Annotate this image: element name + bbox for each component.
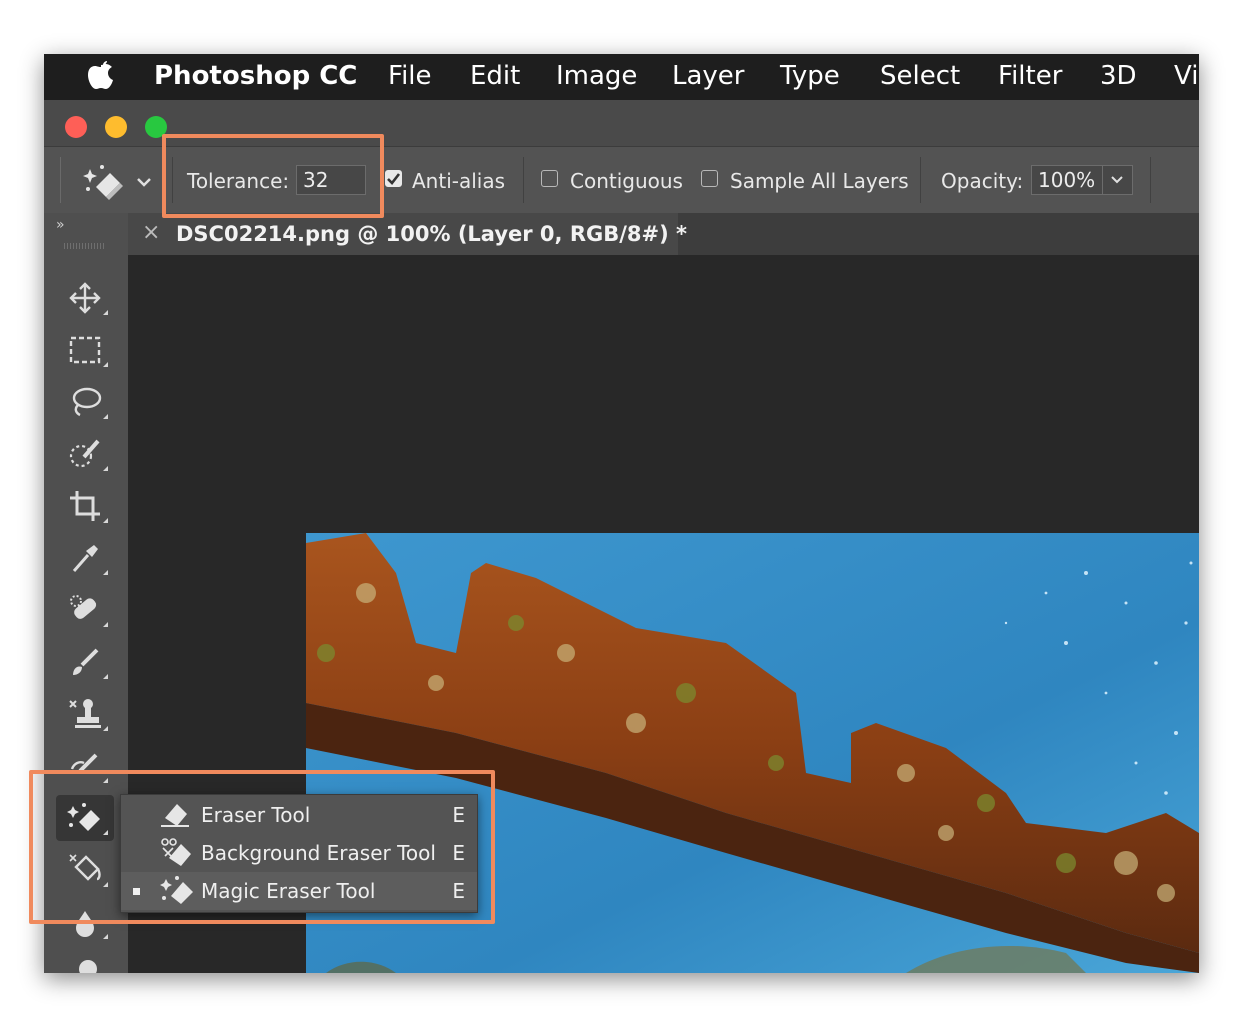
- bandage-icon: [70, 595, 97, 619]
- spot-healing-brush-tool[interactable]: [56, 587, 114, 633]
- close-window-button[interactable]: [65, 116, 87, 138]
- document-title: DSC02214.png @ 100% (Layer 0, RGB/8#) *: [176, 222, 688, 246]
- marquee-icon: [69, 336, 101, 364]
- dodge-tool[interactable]: [56, 949, 114, 973]
- options-divider: [1150, 157, 1151, 203]
- magic-eraser-icon: [83, 165, 151, 200]
- menu-select[interactable]: Select: [880, 61, 960, 91]
- minimize-window-button[interactable]: [105, 116, 127, 138]
- options-divider: [523, 157, 524, 203]
- tool-preset-picker[interactable]: [82, 161, 162, 206]
- document-tab[interactable]: × DSC02214.png @ 100% (Layer 0, RGB/8#) …: [128, 213, 687, 255]
- options-grip: [60, 157, 61, 203]
- document-tab-bar: × DSC02214.png @ 100% (Layer 0, RGB/8#) …: [128, 213, 1199, 255]
- eyedropper-icon: [72, 545, 98, 572]
- opacity-dropdown-button[interactable]: [1102, 165, 1133, 195]
- tolerance-highlight: [162, 134, 384, 218]
- menu-layer[interactable]: Layer: [672, 61, 745, 91]
- menu-type[interactable]: Type: [780, 61, 840, 91]
- rectangular-marquee-tool[interactable]: [56, 327, 114, 373]
- menu-filter[interactable]: Filter: [998, 61, 1062, 91]
- crop-icon: [70, 491, 100, 521]
- clone-stamp-tool[interactable]: [56, 691, 114, 737]
- panel-grip[interactable]: [64, 243, 104, 249]
- options-divider: [920, 157, 921, 203]
- lasso-tool[interactable]: [56, 379, 114, 425]
- menu-edit[interactable]: Edit: [470, 61, 520, 91]
- quick-selection-icon: [69, 439, 100, 468]
- stamp-icon: [69, 699, 101, 728]
- menu-3d[interactable]: 3D: [1100, 61, 1137, 91]
- panel-collapse-icon[interactable]: »: [56, 217, 65, 233]
- opacity-input[interactable]: 100%: [1031, 165, 1103, 195]
- anti-alias-label: Anti-alias: [412, 169, 506, 193]
- sample-all-layers-checkbox[interactable]: [701, 170, 718, 187]
- move-tool[interactable]: [56, 275, 114, 321]
- close-tab-icon[interactable]: ×: [142, 220, 160, 245]
- chevron-down-icon: [1111, 176, 1123, 184]
- opacity-label: Opacity:: [941, 169, 1024, 193]
- dodge-icon: [79, 960, 97, 973]
- sample-all-layers-label: Sample All Layers: [730, 169, 909, 193]
- crop-tool[interactable]: [56, 483, 114, 529]
- brush-tool[interactable]: [56, 639, 114, 685]
- checkmark-icon: [387, 173, 401, 185]
- menu-bar: Photoshop CC File Edit Image Layer Type …: [44, 54, 1199, 100]
- anti-alias-checkbox[interactable]: [385, 170, 402, 187]
- menu-app-name[interactable]: Photoshop CC: [154, 61, 357, 91]
- menu-view[interactable]: Vi: [1174, 61, 1198, 91]
- lasso-icon: [72, 387, 102, 417]
- flyout-highlight: [29, 770, 495, 924]
- brush-icon: [73, 648, 99, 675]
- menu-image[interactable]: Image: [556, 61, 637, 91]
- quick-selection-tool[interactable]: [56, 431, 114, 477]
- eyedropper-tool[interactable]: [56, 535, 114, 581]
- contiguous-label: Contiguous: [570, 169, 683, 193]
- menu-file[interactable]: File: [388, 61, 432, 91]
- contiguous-checkbox[interactable]: [541, 170, 558, 187]
- apple-icon[interactable]: [86, 56, 116, 99]
- move-icon: [69, 282, 101, 314]
